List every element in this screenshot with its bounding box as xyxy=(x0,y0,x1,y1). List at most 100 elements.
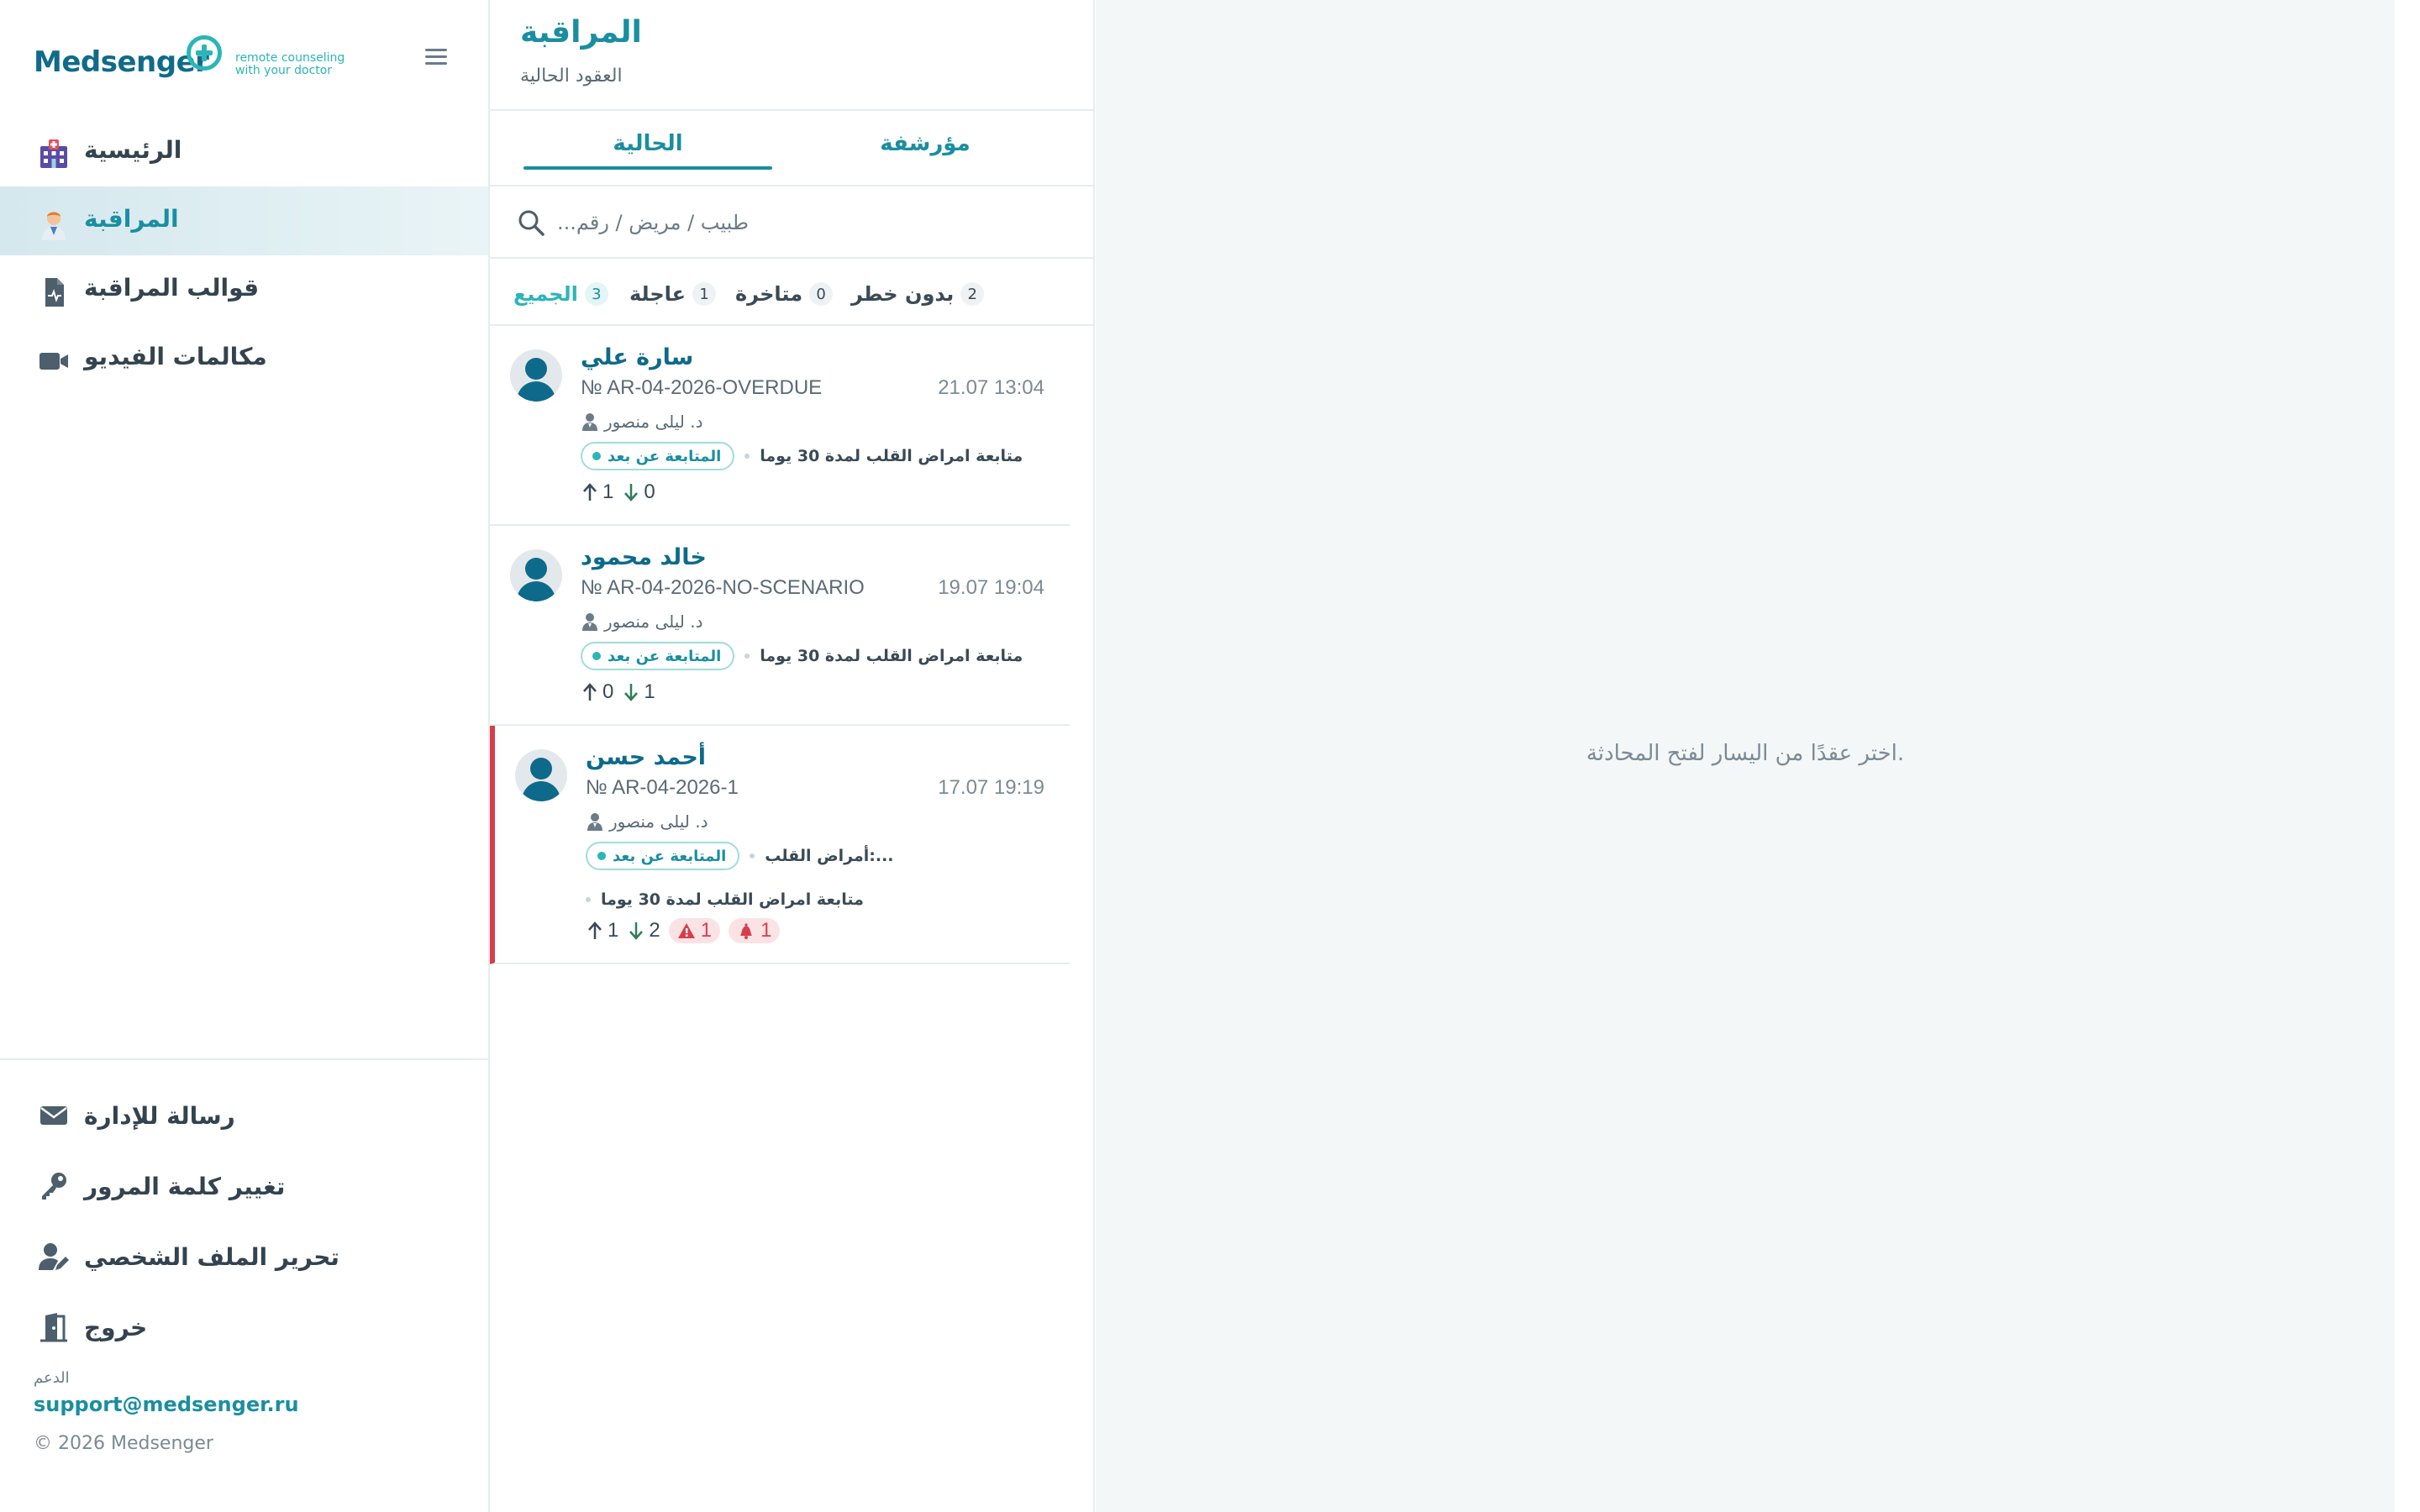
scenario-name: متابعة امراض القلب لمدة 30 يوما xyxy=(760,647,1023,665)
brand-name: Medsenger xyxy=(34,45,209,79)
filter-label: متاخرة xyxy=(735,282,803,306)
bottom-item-label: رسالة للإدارة xyxy=(84,1102,235,1130)
alert-badge: 1 xyxy=(729,918,781,943)
active-tab-indicator xyxy=(523,166,772,170)
brand-logo[interactable]: Medsenger remote counseling with your do… xyxy=(34,34,454,84)
arrow-up-icon xyxy=(588,921,602,939)
separator-dot xyxy=(744,654,750,659)
sent-count: 1 xyxy=(586,919,618,942)
page-title: المراقبة xyxy=(520,15,642,50)
filter-label: بدون خطر xyxy=(851,282,955,306)
separator-dot xyxy=(586,897,591,902)
bottom-item-label: تغيير كلمة المرور xyxy=(84,1173,286,1200)
sidebar-item-label: المراقبة xyxy=(84,205,179,233)
filter-urgent[interactable]: عاجلة 1 xyxy=(629,279,717,309)
contract-filters: الجميع 3 عاجلة 1 متاخرة 0 بدون خطر 2 xyxy=(490,259,1093,326)
doctor-person-icon xyxy=(582,613,597,631)
key-icon xyxy=(42,1173,66,1200)
contract-tabs: الحالية مؤرشفة xyxy=(490,111,1093,186)
edit-profile-link[interactable]: تحرير الملف الشخصي xyxy=(0,1225,488,1295)
sidebar-item-monitoring-templates[interactable]: قوالب المراقبة xyxy=(0,255,488,324)
message-stats: 0 1 xyxy=(581,679,655,706)
arrow-up-icon xyxy=(583,683,597,701)
doctor-name: د. ليلى منصور xyxy=(604,412,703,432)
avatar xyxy=(510,549,562,601)
patient-name: سارة علي xyxy=(581,344,694,370)
filter-label: الجميع xyxy=(513,282,578,306)
change-password-link[interactable]: تغيير كلمة المرور xyxy=(0,1154,488,1225)
filter-count: 3 xyxy=(584,282,608,306)
search-input[interactable] xyxy=(557,203,1061,242)
status-badge: المتابعة عن بعد xyxy=(581,642,735,670)
contract-card[interactable]: سارة علي № AR-04-2026-OVERDUE 21.07 13:0… xyxy=(490,326,1070,526)
video-camera-icon xyxy=(39,353,68,370)
message-admin-link[interactable]: رسالة للإدارة xyxy=(0,1084,488,1154)
patient-name: أحمد حسن xyxy=(586,744,707,770)
main-nav: الرئيسية المراقبة قوالب المراقبة مكالمات… xyxy=(0,118,488,393)
page-subtitle: العقود الحالية xyxy=(520,66,623,87)
warning-triangle-icon xyxy=(677,923,695,938)
contract-number: № AR-04-2026-1 xyxy=(586,776,739,799)
brand-tagline: remote counseling with your doctor xyxy=(235,52,370,77)
message-stats: 1 2 1 1 xyxy=(586,917,781,944)
doctor-row: د. ليلى منصور xyxy=(581,412,702,432)
bottom-item-label: خروج xyxy=(84,1314,148,1341)
separator-dot xyxy=(744,454,750,459)
patient-name: خالد محمود xyxy=(581,544,707,570)
filter-overdue[interactable]: متاخرة 0 xyxy=(735,279,834,309)
card-tags: المتابعة عن بعد متابعة امراض القلب لمدة … xyxy=(581,442,1023,470)
sidebar-item-home[interactable]: الرئيسية xyxy=(0,118,488,186)
filter-count: 2 xyxy=(960,282,985,306)
contract-date: 17.07 19:19 xyxy=(938,776,1044,799)
tab-current[interactable]: الحالية xyxy=(523,131,772,156)
filter-count: 1 xyxy=(692,282,717,306)
contract-number: № AR-04-2026-NO-SCENARIO xyxy=(581,576,865,599)
contract-card-urgent[interactable]: أحمد حسن № AR-04-2026-1 17.07 19:19 د. ل… xyxy=(490,726,1070,964)
contract-card[interactable]: خالد محمود № AR-04-2026-NO-SCENARIO 19.0… xyxy=(490,526,1070,726)
message-stats: 1 0 xyxy=(581,479,655,506)
doctor-row: د. ليلى منصور xyxy=(581,612,702,632)
menu-toggle-icon[interactable] xyxy=(425,47,449,67)
copyright: © 2026 Medsenger xyxy=(34,1433,213,1454)
sent-count: 1 xyxy=(581,480,613,504)
status-badge: المتابعة عن بعد xyxy=(581,442,735,470)
brand-tagline-line2: with your doctor xyxy=(235,64,333,77)
envelope-icon xyxy=(40,1106,67,1125)
sidebar-item-label: مكالمات الفيديو xyxy=(84,343,267,370)
filter-all[interactable]: الجميع 3 xyxy=(513,279,608,309)
edit-profile-icon xyxy=(39,1243,69,1270)
status-badge: المتابعة عن بعد xyxy=(586,842,740,870)
tab-archived[interactable]: مؤرشفة xyxy=(801,131,1050,156)
doctor-person-icon xyxy=(582,413,597,431)
contract-list: سارة علي № AR-04-2026-OVERDUE 21.07 13:0… xyxy=(490,326,1070,964)
filter-label: عاجلة xyxy=(629,282,687,306)
received-count: 0 xyxy=(622,480,655,504)
bell-icon xyxy=(740,923,753,939)
contract-date: 21.07 13:04 xyxy=(938,376,1044,399)
search-bar xyxy=(490,186,1093,259)
search-icon xyxy=(518,210,544,236)
doctor-icon xyxy=(42,212,66,240)
logout-link[interactable]: خروج xyxy=(0,1295,488,1366)
status-label: المتابعة عن بعد xyxy=(608,647,722,665)
avatar xyxy=(515,749,567,801)
arrow-down-icon xyxy=(624,684,639,701)
filter-count: 0 xyxy=(809,282,834,306)
window-gutter xyxy=(2395,0,2420,1512)
support-email-link[interactable]: support@medsenger.ru xyxy=(34,1393,299,1416)
scenario-name: متابعة امراض القلب لمدة 30 يوما xyxy=(760,447,1023,465)
scenario-name-secondary: متابعة امراض القلب لمدة 30 يوما xyxy=(601,890,864,909)
doctor-name: د. ليلى منصور xyxy=(609,811,708,832)
filter-no-risk[interactable]: بدون خطر 2 xyxy=(851,279,985,309)
received-count: 2 xyxy=(627,919,660,942)
received-count: 1 xyxy=(622,680,655,704)
arrow-down-icon xyxy=(624,484,639,501)
avatar xyxy=(510,349,562,402)
sidebar-item-monitoring[interactable]: المراقبة xyxy=(0,186,488,255)
doctor-person-icon xyxy=(587,813,602,831)
bottom-item-label: تحرير الملف الشخصي xyxy=(84,1243,339,1271)
doctor-name: د. ليلى منصور xyxy=(604,612,703,632)
contracts-panel: المراقبة العقود الحالية الحالية مؤرشفة ا… xyxy=(490,0,1095,1512)
warning-badge: 1 xyxy=(668,918,721,943)
sidebar-item-video-calls[interactable]: مكالمات الفيديو xyxy=(0,324,488,393)
